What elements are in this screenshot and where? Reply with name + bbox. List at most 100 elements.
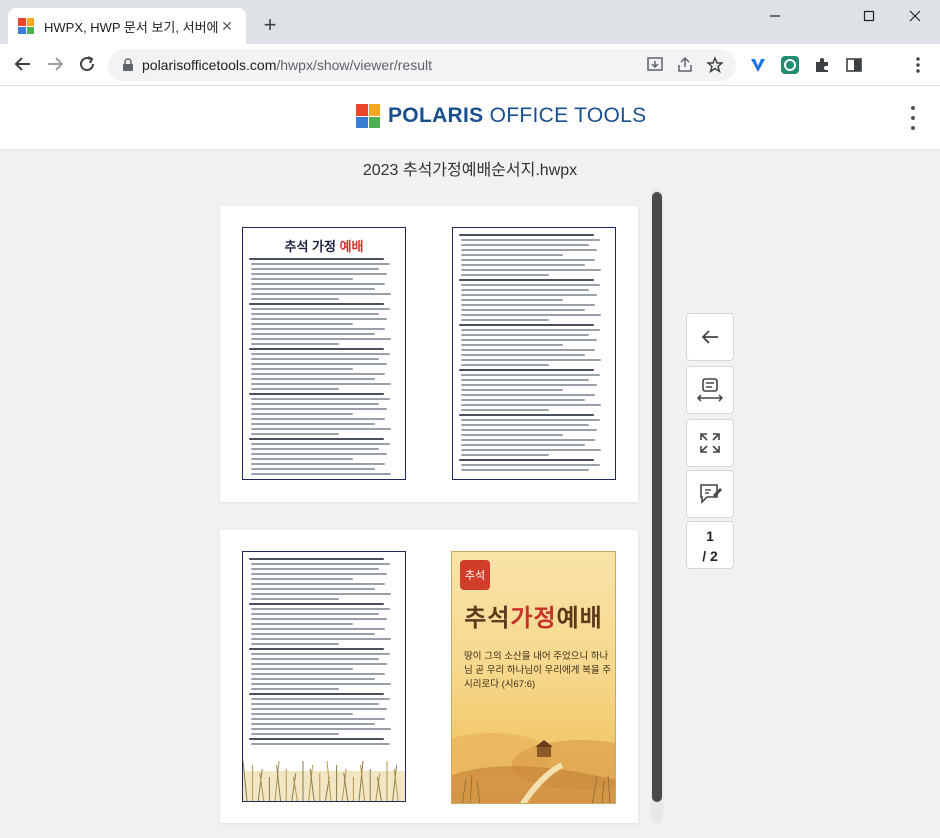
text-line <box>461 444 585 446</box>
text-line <box>459 414 594 416</box>
forward-button[interactable] <box>40 49 70 79</box>
text-line <box>251 643 339 645</box>
new-tab-button[interactable]: + <box>256 12 284 40</box>
text-line <box>461 339 597 341</box>
text-line <box>249 648 384 650</box>
text-line <box>461 314 601 316</box>
maximize-button[interactable] <box>846 0 892 32</box>
maximize-icon <box>863 10 875 22</box>
browser-tabstrip: HWPX, HWP 문서 보기, 서버에 ✕ + <box>0 0 940 44</box>
tab-close-icon[interactable]: ✕ <box>218 17 236 35</box>
text-line <box>249 738 384 740</box>
fit-width-button[interactable] <box>686 366 734 414</box>
side-panel-icon[interactable] <box>842 53 866 77</box>
arrow-right-icon <box>48 57 64 71</box>
text-line <box>459 459 594 461</box>
text-line <box>251 308 390 310</box>
arrow-left-icon <box>14 57 30 71</box>
text-line <box>459 234 594 236</box>
text-line <box>251 408 387 410</box>
text-line <box>461 424 589 426</box>
text-line <box>251 273 387 275</box>
text-line <box>461 259 595 261</box>
back-button[interactable] <box>8 49 38 79</box>
text-line <box>251 333 375 335</box>
text-line <box>461 249 597 251</box>
close-window-button[interactable] <box>892 0 938 32</box>
text-line <box>251 743 390 745</box>
text-line <box>461 319 549 321</box>
close-icon <box>909 10 921 22</box>
extension-green-icon[interactable] <box>778 53 802 77</box>
text-line <box>251 703 379 705</box>
text-line <box>251 733 339 735</box>
document-page-1: 추석 가정 예배 <box>220 206 638 502</box>
text-line <box>461 269 601 271</box>
autumn-landscape-illustration <box>452 733 615 803</box>
text-line <box>461 299 563 301</box>
text-line <box>461 364 549 366</box>
text-line <box>251 578 353 580</box>
polaris-logo-icon <box>356 104 380 128</box>
text-line <box>251 468 375 470</box>
text-line <box>461 419 600 421</box>
chuseok-poster-image: 추석 추석가정예배 땅이 그의 소산을 내어 주었으니 하나님 곧 우리 하나님… <box>451 551 616 804</box>
text-line <box>461 434 563 436</box>
page-counter: 1 / 2 <box>686 521 734 569</box>
scrollbar-thumb[interactable] <box>652 192 662 802</box>
install-app-icon[interactable] <box>645 55 665 75</box>
share-icon[interactable] <box>675 55 695 75</box>
text-line <box>249 348 384 350</box>
extensions-puzzle-icon[interactable] <box>810 53 834 77</box>
minimize-icon <box>770 15 780 17</box>
browser-menu-icon[interactable] <box>906 53 930 77</box>
text-line <box>461 334 589 336</box>
fullscreen-button[interactable] <box>686 419 734 467</box>
text-line <box>251 653 390 655</box>
text-line <box>251 463 385 465</box>
extension-v-icon[interactable] <box>746 53 770 77</box>
text-line <box>461 469 589 471</box>
text-line <box>251 288 375 290</box>
comment-edit-button[interactable] <box>686 470 734 518</box>
text-line <box>249 693 384 695</box>
browser-tab-active[interactable]: HWPX, HWP 문서 보기, 서버에 ✕ <box>8 8 246 44</box>
text-line <box>459 369 594 371</box>
text-line <box>251 428 391 430</box>
page-1-right-sheet <box>452 227 616 480</box>
page-1-heading: 추석 가정 예배 <box>284 239 364 254</box>
address-bar[interactable]: polarisofficetools.com/hwpx/show/viewer/… <box>108 49 736 81</box>
reload-button[interactable] <box>72 49 102 79</box>
text-line <box>461 439 595 441</box>
tab-title: HWPX, HWP 문서 보기, 서버에 <box>44 19 218 35</box>
text-line <box>251 663 387 665</box>
text-line <box>461 274 549 276</box>
text-line <box>251 473 391 475</box>
logo-text: POLARIS OFFICE TOOLS <box>388 104 647 127</box>
text-line <box>251 298 339 300</box>
text-line <box>251 458 353 460</box>
text-line <box>251 338 391 340</box>
polaris-logo[interactable]: POLARIS OFFICE TOOLS <box>356 104 646 128</box>
text-line <box>251 728 391 730</box>
text-line <box>461 354 585 356</box>
text-line <box>461 399 585 401</box>
app-header: POLARIS OFFICE TOOLS <box>0 86 940 150</box>
text-line <box>461 384 597 386</box>
minimize-button[interactable] <box>752 0 798 32</box>
app-menu-icon[interactable] <box>906 106 920 130</box>
text-line <box>461 379 589 381</box>
viewer-scrollbar[interactable] <box>651 189 663 823</box>
text-line <box>251 618 387 620</box>
url-host: polarisofficetools.com <box>142 57 277 73</box>
bookmark-star-icon[interactable] <box>705 55 725 75</box>
text-line <box>249 303 384 305</box>
back-arrow-button[interactable] <box>686 313 734 361</box>
text-line <box>251 388 339 390</box>
text-line <box>251 668 353 670</box>
text-line <box>461 394 595 396</box>
text-line <box>251 358 379 360</box>
text-line <box>251 323 353 325</box>
text-line <box>249 438 384 440</box>
text-line <box>251 413 353 415</box>
